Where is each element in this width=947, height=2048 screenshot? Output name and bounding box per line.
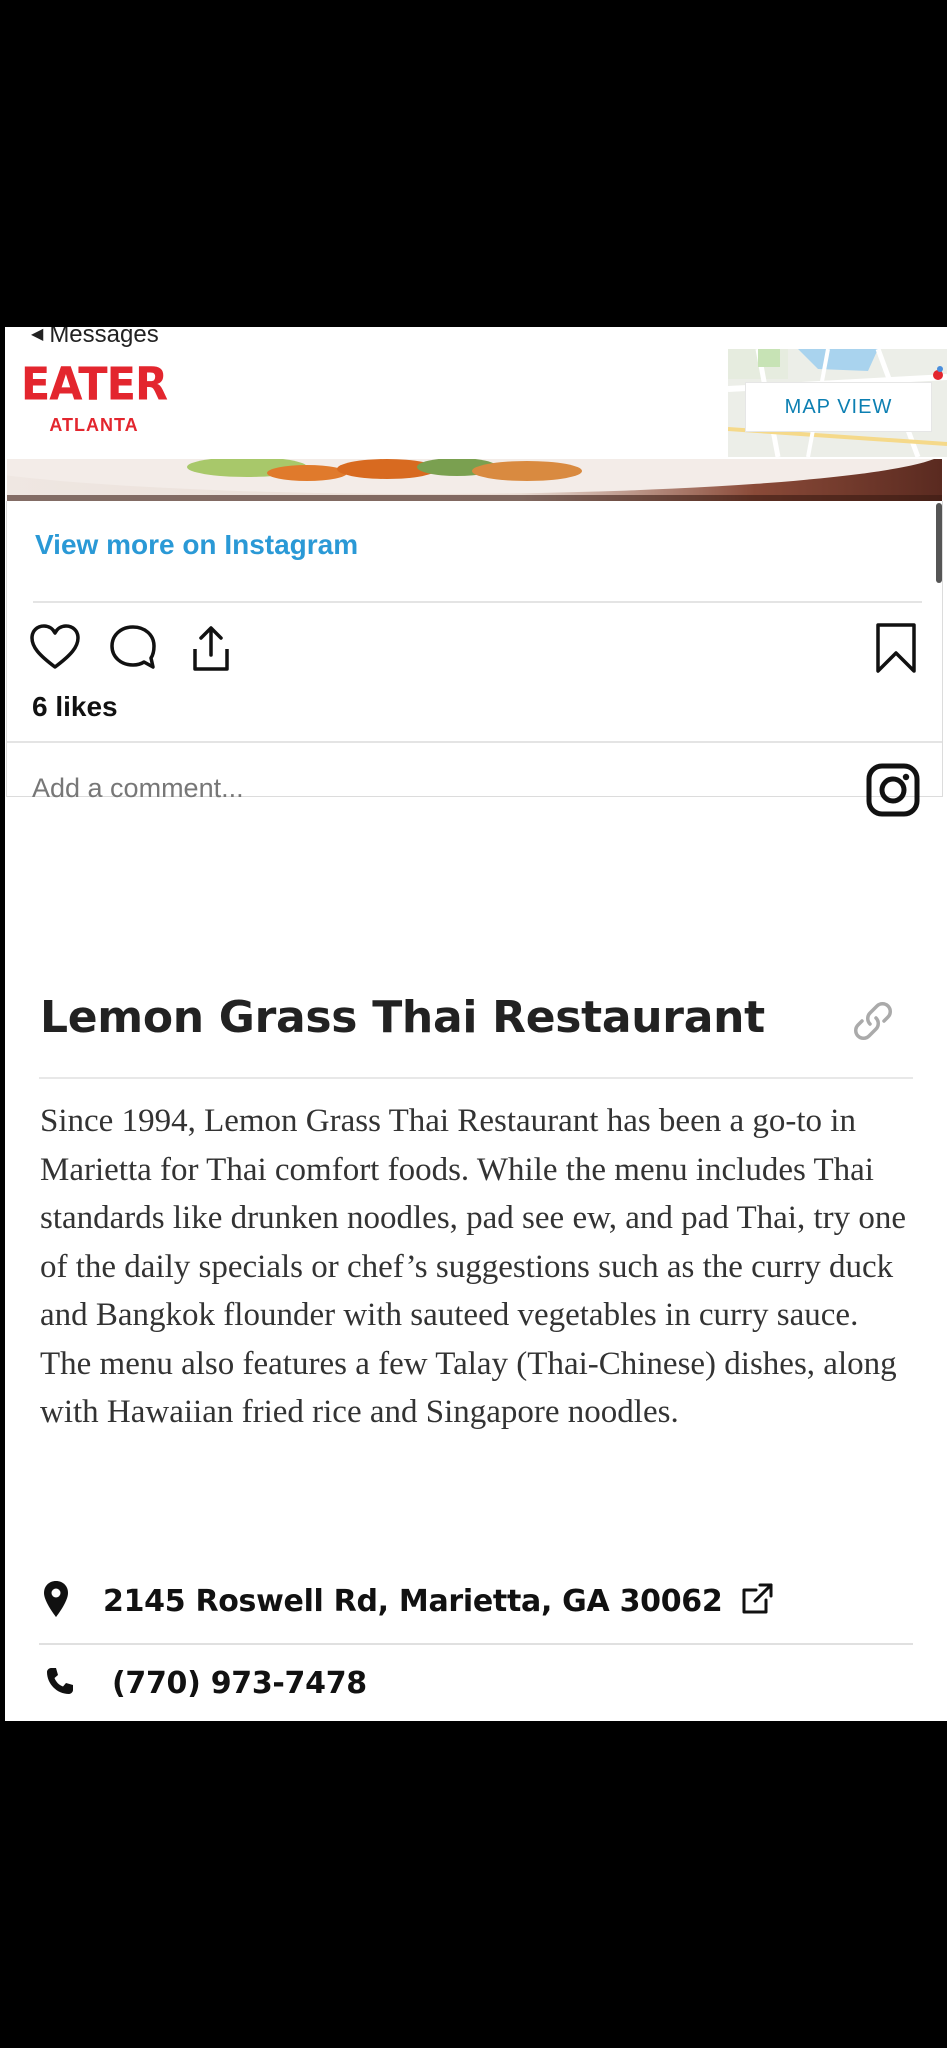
instagram-embed-card: View more on Instagram 6 likes Add a com… bbox=[6, 501, 943, 817]
heart-icon[interactable] bbox=[29, 623, 81, 675]
phone-row[interactable]: (770) 973-7478 bbox=[45, 1666, 367, 1701]
divider bbox=[39, 1077, 913, 1079]
app-screen: EATER ATLANTA MAP VIEW ◀ Messages View m… bbox=[5, 327, 947, 1721]
instagram-icon[interactable] bbox=[866, 763, 920, 822]
back-label: Messages bbox=[49, 327, 159, 348]
divider bbox=[7, 741, 942, 743]
divider bbox=[39, 1643, 913, 1645]
scrollbar[interactable] bbox=[936, 503, 942, 583]
back-arrow-icon: ◀ bbox=[31, 327, 44, 343]
back-to-messages[interactable]: ◀ Messages bbox=[31, 327, 159, 347]
external-link-icon[interactable] bbox=[740, 1582, 774, 1621]
location-pin-icon bbox=[43, 1580, 69, 1623]
link-icon[interactable] bbox=[850, 998, 896, 1049]
instagram-photo[interactable] bbox=[7, 459, 942, 501]
food-photo-graphic bbox=[7, 459, 942, 501]
address-row[interactable]: 2145 Roswell Rd, Marietta, GA 30062 bbox=[43, 1580, 774, 1623]
view-more-instagram-link[interactable]: View more on Instagram bbox=[35, 529, 358, 561]
place-description: Since 1994, Lemon Grass Thai Restaurant … bbox=[40, 1103, 907, 1430]
phone-icon bbox=[45, 1666, 75, 1701]
bookmark-icon[interactable] bbox=[874, 621, 918, 680]
eater-atlanta-logo[interactable]: EATER ATLANTA bbox=[19, 358, 169, 436]
likes-count[interactable]: 6 likes bbox=[32, 691, 118, 723]
map-view-button[interactable]: MAP VIEW bbox=[745, 382, 932, 432]
divider bbox=[33, 601, 922, 603]
place-title: Lemon Grass Thai Restaurant bbox=[40, 992, 765, 1043]
phone-number[interactable]: (770) 973-7478 bbox=[112, 1666, 367, 1701]
address-text[interactable]: 2145 Roswell Rd, Marietta, GA 30062 bbox=[103, 1584, 723, 1619]
comment-input[interactable]: Add a comment... bbox=[32, 773, 244, 804]
logo-city-text: ATLANTA bbox=[49, 415, 139, 435]
logo-eater-text: EATER bbox=[20, 358, 168, 412]
share-icon[interactable] bbox=[185, 623, 237, 675]
comment-icon[interactable] bbox=[107, 623, 159, 675]
instagram-actions bbox=[29, 623, 237, 675]
